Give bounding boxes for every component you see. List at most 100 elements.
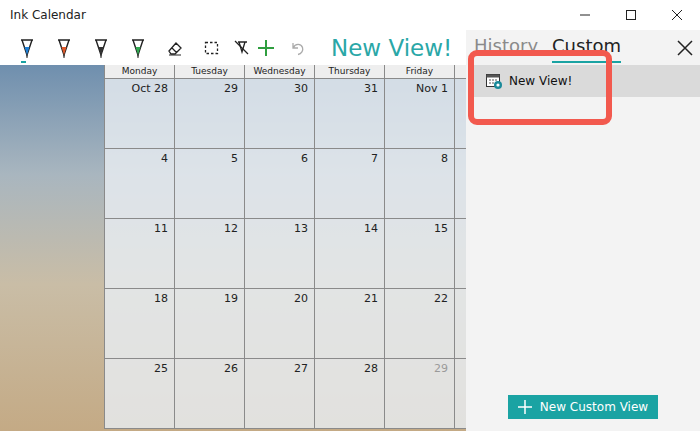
day-cell[interactable]: 4 <box>104 148 175 219</box>
day-cell[interactable]: 27 <box>244 358 315 429</box>
day-cell[interactable] <box>454 358 466 429</box>
close-panel-button[interactable] <box>670 33 700 63</box>
day-cell[interactable]: 29 <box>384 358 455 429</box>
close-icon <box>677 40 693 56</box>
day-cell[interactable]: Nov 1 <box>384 78 455 149</box>
pen-tool-button[interactable] <box>8 32 45 64</box>
day-number: 4 <box>161 152 168 165</box>
window-title: Ink Calendar <box>0 8 86 22</box>
day-number: 12 <box>224 222 238 235</box>
day-cell[interactable]: 26 <box>174 358 245 429</box>
day-number: 8 <box>441 152 448 165</box>
day-cell[interactable] <box>454 288 466 359</box>
main-area: New View! MondayTuesdayWednesdayThursdayF… <box>0 30 700 431</box>
day-number: 29 <box>434 362 448 375</box>
selection-icon <box>203 39 221 57</box>
toolbar: New View! <box>0 30 466 65</box>
day-header: Thursday <box>314 65 385 79</box>
pen-tool-button[interactable] <box>119 32 156 64</box>
day-cell[interactable]: 11 <box>104 218 175 289</box>
day-header: Monday <box>104 65 175 79</box>
day-number: Nov 1 <box>416 82 448 95</box>
title-bar: Ink Calendar <box>0 0 700 30</box>
day-cell[interactable]: 6 <box>244 148 315 219</box>
day-cell[interactable]: 25 <box>104 358 175 429</box>
day-number: 21 <box>364 292 378 305</box>
day-cell[interactable]: 14 <box>314 218 385 289</box>
new-custom-view-button[interactable]: New Custom View <box>508 395 658 419</box>
day-cell[interactable]: 15 <box>384 218 455 289</box>
day-number: 14 <box>364 222 378 235</box>
touch-tool-button[interactable] <box>230 32 254 64</box>
undo-icon <box>288 39 306 57</box>
day-cell[interactable]: 22 <box>384 288 455 359</box>
view-title: New View! <box>315 35 452 61</box>
day-cell[interactable]: 7 <box>314 148 385 219</box>
day-number: 7 <box>371 152 378 165</box>
day-cell[interactable]: 5 <box>174 148 245 219</box>
month-grid: MondayTuesdayWednesdayThursdayFriday Oct … <box>105 65 466 429</box>
day-header: Friday <box>384 65 455 79</box>
day-number: 11 <box>154 222 168 235</box>
day-number: 27 <box>294 362 308 375</box>
custom-view-item[interactable]: New View! <box>469 65 700 97</box>
eraser-tool-button[interactable] <box>156 32 193 64</box>
day-cell[interactable]: 21 <box>314 288 385 359</box>
day-number: 18 <box>154 292 168 305</box>
minimize-button[interactable] <box>562 0 608 30</box>
day-cell[interactable]: 8 <box>384 148 455 219</box>
day-header: Wednesday <box>244 65 315 79</box>
day-cell[interactable]: 19 <box>174 288 245 359</box>
day-header: Tuesday <box>174 65 245 79</box>
day-number: 5 <box>231 152 238 165</box>
maximize-icon <box>625 9 637 21</box>
day-cell[interactable] <box>454 218 466 289</box>
touch-writing-icon <box>233 39 251 57</box>
pen-icon <box>18 37 36 59</box>
custom-view-list: New View! <box>466 65 700 97</box>
day-number: Oct 28 <box>131 82 168 95</box>
calendar-area: MondayTuesdayWednesdayThursdayFriday Oct … <box>0 65 466 431</box>
day-cell[interactable] <box>454 78 466 149</box>
custom-panel: History Custom New View! New Custom View <box>466 30 700 431</box>
day-cell[interactable]: 18 <box>104 288 175 359</box>
day-number: 29 <box>224 82 238 95</box>
window-controls <box>562 0 700 30</box>
day-cell[interactable]: 31 <box>314 78 385 149</box>
day-number: 13 <box>294 222 308 235</box>
pen-tool-button[interactable] <box>82 32 119 64</box>
button-label: New Custom View <box>540 400 648 414</box>
day-cell[interactable]: 13 <box>244 218 315 289</box>
day-cell[interactable]: 12 <box>174 218 245 289</box>
day-number: 30 <box>294 82 308 95</box>
add-icon <box>257 39 275 57</box>
close-icon <box>671 9 683 21</box>
maximize-button[interactable] <box>608 0 654 30</box>
day-cell[interactable]: Oct 28 <box>104 78 175 149</box>
add-tool-button[interactable] <box>254 32 278 64</box>
highlight-annotation <box>468 50 612 125</box>
undo-tool-button <box>278 32 315 64</box>
eraser-icon <box>166 39 184 57</box>
panel-tab[interactable]: History <box>474 35 538 60</box>
select-tool-button[interactable] <box>193 32 230 64</box>
pen-icon <box>129 37 147 59</box>
day-number: 6 <box>301 152 308 165</box>
custom-view-label: New View! <box>509 74 572 88</box>
day-number: 28 <box>364 362 378 375</box>
day-cell[interactable]: 29 <box>174 78 245 149</box>
pen-tool-button[interactable] <box>45 32 82 64</box>
day-cell[interactable] <box>454 148 466 219</box>
calendar-column: New View! MondayTuesdayWednesdayThursdayF… <box>0 30 466 431</box>
day-number: 19 <box>224 292 238 305</box>
calendar-view-icon <box>485 72 503 90</box>
day-cell[interactable]: 20 <box>244 288 315 359</box>
day-cell[interactable]: 28 <box>314 358 385 429</box>
day-number: 20 <box>294 292 308 305</box>
day-number: 22 <box>434 292 448 305</box>
panel-tab[interactable]: Custom <box>552 35 621 60</box>
day-header <box>454 65 466 79</box>
close-window-button[interactable] <box>654 0 700 30</box>
day-cell[interactable]: 30 <box>244 78 315 149</box>
plus-icon <box>518 400 532 414</box>
